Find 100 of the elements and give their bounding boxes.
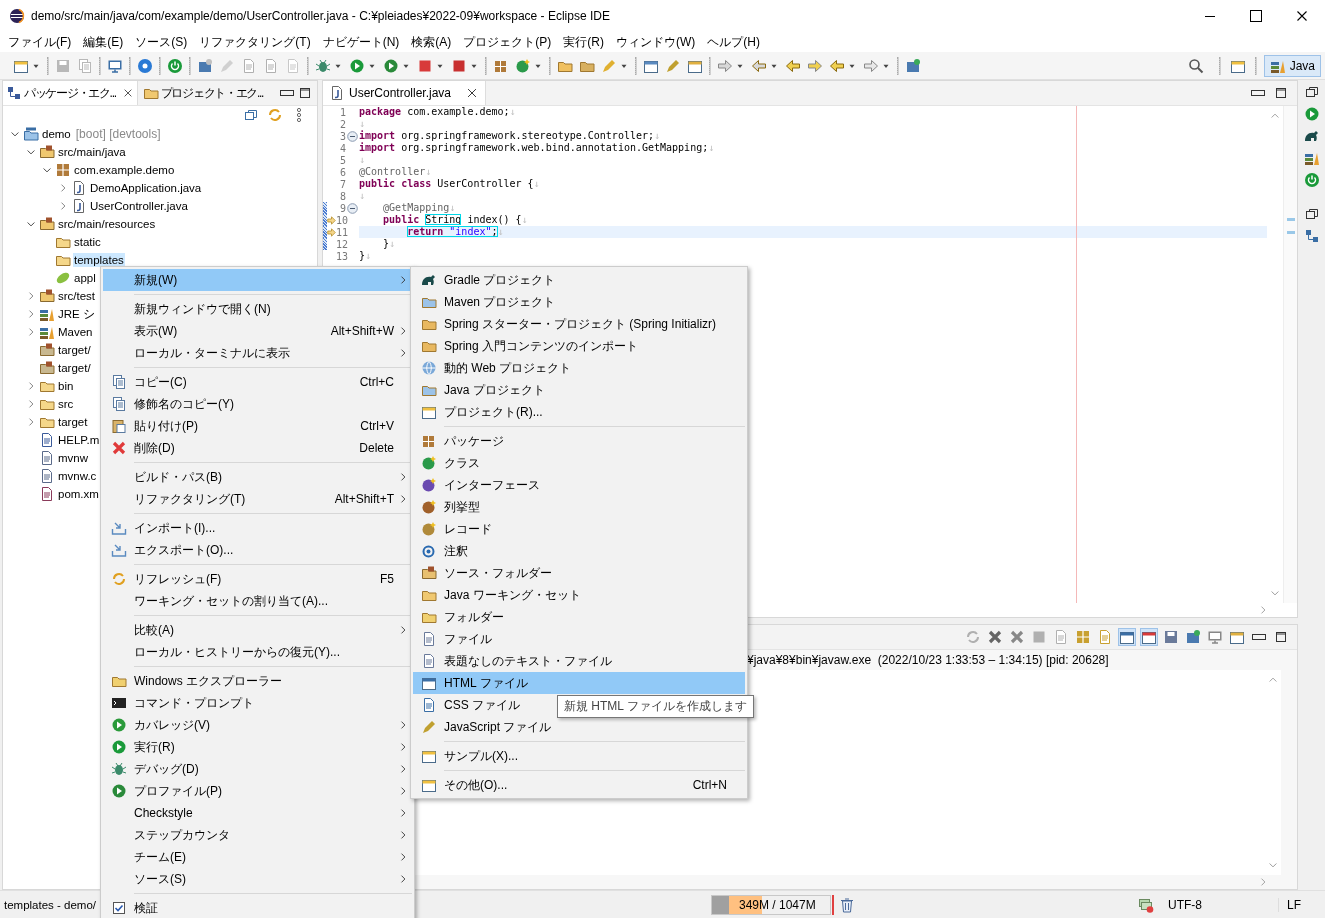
- fold-icon[interactable]: [347, 202, 358, 214]
- collapse-all-icon[interactable]: [243, 107, 259, 123]
- menu-item[interactable]: エクスポート(O)...: [103, 539, 412, 561]
- new-console-icon[interactable]: [1229, 629, 1245, 645]
- menu-item[interactable]: パッケージ: [413, 430, 745, 452]
- trash-icon[interactable]: [839, 896, 855, 913]
- link-icon[interactable]: [267, 107, 283, 123]
- maximize-icon[interactable]: [297, 85, 313, 101]
- heap-meter[interactable]: 349M / 1047M: [711, 894, 831, 915]
- tree-item[interactable]: src/main/java: [57, 145, 127, 159]
- tree-item[interactable]: DemoApplication.java: [89, 181, 203, 195]
- menu-item[interactable]: 修飾名のコピー(Y): [103, 393, 412, 415]
- menu-bar-item[interactable]: ファイル(F): [2, 33, 78, 51]
- menu-item[interactable]: 新規(W): [103, 269, 412, 291]
- menu-item[interactable]: 実行(R): [103, 736, 412, 758]
- menu-item[interactable]: リフレッシュ(F) F5: [103, 568, 412, 590]
- menu-item[interactable]: ビルド・パス(B): [103, 466, 412, 488]
- forward-edit-icon[interactable]: [807, 57, 823, 74]
- menu-item[interactable]: レコード: [413, 518, 745, 540]
- view-tab[interactable]: プロジェクト・エク...: [139, 81, 267, 105]
- restore-icon[interactable]: [1303, 84, 1320, 100]
- menu-item[interactable]: ワーキング・セットの割り当て(A)...: [103, 590, 412, 612]
- menu-item[interactable]: クラス: [413, 452, 745, 474]
- menu-item[interactable]: 検証: [103, 897, 412, 918]
- settings-icon[interactable]: [137, 57, 153, 74]
- menu-bar-item[interactable]: ウィンドウ(W): [610, 33, 702, 51]
- tree-item[interactable]: HELP.m: [57, 433, 101, 447]
- run-icon[interactable]: [349, 57, 365, 74]
- menu-bar-item[interactable]: ナビゲート(N): [316, 33, 406, 51]
- perspective-button[interactable]: Java: [1263, 54, 1321, 77]
- tree-item[interactable]: pom.xm: [57, 487, 100, 501]
- menu-item[interactable]: 表題なしのテキスト・ファイル: [413, 650, 745, 672]
- tree-item[interactable]: target/: [57, 361, 92, 375]
- menu-item[interactable]: Maven プロジェクト: [413, 291, 745, 313]
- menu-bar-item[interactable]: ソース(S): [129, 33, 194, 51]
- save-icon[interactable]: [1163, 629, 1179, 645]
- menu-item[interactable]: 削除(D) Delete: [103, 437, 412, 459]
- tree-item[interactable]: UserController.java: [89, 199, 189, 213]
- tree-item[interactable]: target: [57, 415, 89, 429]
- show-output-icon[interactable]: [1119, 629, 1135, 645]
- menu-item[interactable]: チーム(E): [103, 846, 412, 868]
- menu-item[interactable]: Windows エクスプローラー: [103, 670, 412, 692]
- menu-item[interactable]: リファクタリング(T) Alt+Shift+T: [103, 488, 412, 510]
- tree-item[interactable]: demo: [41, 127, 72, 141]
- menu-item[interactable]: 比較(A): [103, 619, 412, 641]
- menu-item[interactable]: 列挙型: [413, 496, 745, 518]
- menu-item[interactable]: ソース(S): [103, 868, 412, 890]
- back-icon[interactable]: [829, 57, 845, 74]
- run-tool-icon[interactable]: [383, 57, 399, 74]
- tree-item[interactable]: static: [73, 235, 102, 249]
- menu-item[interactable]: プロファイル(P): [103, 780, 412, 802]
- menu-bar-item[interactable]: 編集(E): [77, 33, 130, 51]
- menu-item[interactable]: 動的 Web プロジェクト: [413, 357, 745, 379]
- outline-icon[interactable]: [1303, 228, 1320, 244]
- monitor-icon[interactable]: [1207, 629, 1223, 645]
- menu-item[interactable]: インポート(I)...: [103, 517, 412, 539]
- tree-item[interactable]: src/main/resources: [57, 217, 157, 231]
- menu-item[interactable]: 表示(W) Alt+Shift+W: [103, 320, 412, 342]
- tree-item[interactable]: appl: [73, 271, 97, 285]
- tree-item[interactable]: target/: [57, 343, 92, 357]
- tree-item[interactable]: Maven: [57, 325, 94, 339]
- menu-item[interactable]: Java プロジェクト: [413, 379, 745, 401]
- pin-icon[interactable]: [1185, 629, 1201, 645]
- power-icon[interactable]: [167, 57, 183, 74]
- menu-item[interactable]: JavaScript ファイル: [413, 716, 745, 738]
- menu-item[interactable]: 新規ウィンドウで開く(N): [103, 298, 412, 320]
- bug-icon[interactable]: [315, 57, 331, 74]
- restore-icon[interactable]: [1303, 206, 1320, 222]
- menu-item[interactable]: Gradle プロジェクト: [413, 269, 745, 291]
- last-edit-icon[interactable]: [785, 57, 801, 74]
- menu-item[interactable]: その他(O)... Ctrl+N: [413, 774, 745, 796]
- menu-item[interactable]: 注釈: [413, 540, 745, 562]
- menu-bar-item[interactable]: リファクタリング(T): [193, 33, 317, 51]
- tree-item[interactable]: com.example.demo: [73, 163, 176, 177]
- menu-item[interactable]: コマンド・プロンプト: [103, 692, 412, 714]
- menu-item[interactable]: プロジェクト(R)...: [413, 401, 745, 423]
- menu-bar-item[interactable]: 実行(R): [557, 33, 610, 51]
- show-error-icon[interactable]: [1141, 629, 1157, 645]
- menu-bar-item[interactable]: プロジェクト(P): [457, 33, 558, 51]
- menu-item[interactable]: Spring 入門コンテンツのインポート: [413, 335, 745, 357]
- menu-item[interactable]: Spring スターター・プロジェクト (Spring Initializr): [413, 313, 745, 335]
- menu-item[interactable]: Checkstyle: [103, 802, 412, 824]
- tree-item[interactable]: src: [57, 397, 75, 411]
- menu-bar-item[interactable]: ヘルプ(H): [701, 33, 766, 51]
- menu-item[interactable]: Java ワーキング・セット: [413, 584, 745, 606]
- power-icon[interactable]: [1303, 172, 1320, 188]
- menu-item[interactable]: 貼り付け(P) Ctrl+V: [103, 415, 412, 437]
- menu-item[interactable]: インターフェース: [413, 474, 745, 496]
- maximize-icon[interactable]: [1273, 629, 1289, 645]
- menu-bar-item[interactable]: 検索(A): [405, 33, 458, 51]
- tree-item[interactable]: mvnw: [57, 451, 90, 465]
- menu-item[interactable]: フォルダー: [413, 606, 745, 628]
- search-icon[interactable]: [1187, 57, 1204, 74]
- menu-item[interactable]: ローカル・ヒストリーからの復元(Y)...: [103, 641, 412, 663]
- tree-item[interactable]: src/test: [57, 289, 97, 303]
- menu-item[interactable]: ソース・フォルダー: [413, 562, 745, 584]
- elephant-icon[interactable]: [1303, 128, 1320, 144]
- view-tab[interactable]: パッケージ・エク...: [3, 81, 138, 105]
- maximize-icon[interactable]: [1273, 85, 1289, 101]
- menu-item[interactable]: コピー(C) Ctrl+C: [103, 371, 412, 393]
